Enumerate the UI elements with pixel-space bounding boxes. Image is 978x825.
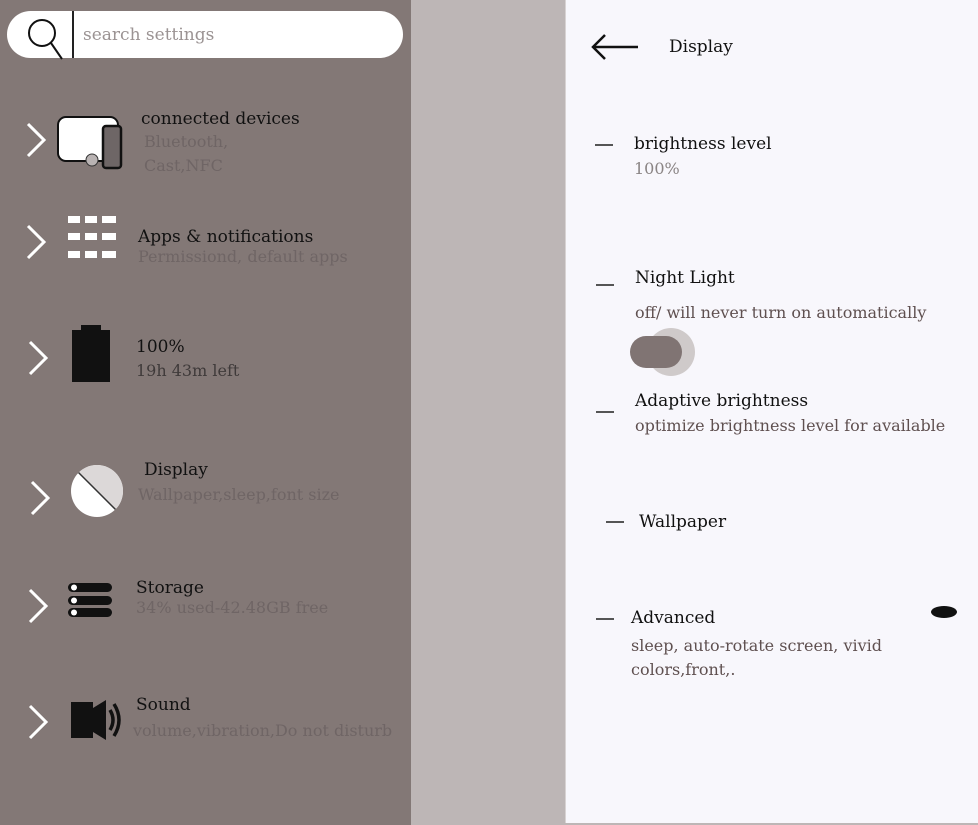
sidebar-item-connected-devices[interactable]: connected devices Bluetooth, Cast,NFC (0, 100, 411, 180)
settings-sidebar: connected devices Bluetooth, Cast,NFC Ap… (0, 0, 411, 825)
sidebar-item-subtitle: 34% used-42.48GB free (136, 598, 329, 617)
page-title: Display (669, 37, 733, 57)
sidebar-item-subtitle: Wallpaper,sleep,font size (138, 485, 340, 504)
sidebar-item-title: Apps & notifications (138, 227, 314, 247)
sound-icon (71, 700, 121, 740)
sidebar-item-display[interactable]: Display Wallpaper,sleep,font size (0, 450, 411, 530)
setting-title: brightness level (634, 134, 772, 154)
night-light-toggle[interactable] (628, 326, 704, 378)
search-icon[interactable] (23, 16, 71, 64)
setting-subtitle: colors,front,. (631, 660, 736, 679)
sidebar-item-title: Storage (136, 578, 204, 598)
search-divider (72, 11, 74, 58)
setting-subtitle: optimize brightness level for available (635, 416, 946, 435)
sidebar-item-battery[interactable]: 100% 19h 43m left (0, 318, 411, 398)
setting-title: Advanced (631, 608, 716, 628)
sidebar-item-storage[interactable]: Storage 34% used-42.48GB free (0, 570, 411, 650)
sidebar-item-title: Display (144, 460, 208, 480)
setting-subtitle: sleep, auto-rotate screen, vivid (631, 636, 883, 655)
sidebar-item-title: Sound (136, 695, 191, 715)
display-settings-panel: Display brightness level 100% Night Ligh… (565, 0, 978, 823)
search-bar[interactable] (7, 11, 403, 60)
sidebar-item-subtitle: volume,vibration,Do not disturb (133, 721, 393, 740)
sidebar-item-title: connected devices (141, 109, 300, 129)
dash-icon (606, 521, 624, 523)
battery-icon (72, 325, 110, 382)
search-input[interactable] (81, 17, 385, 53)
chevron-right-icon (28, 704, 49, 740)
storage-icon (68, 583, 112, 617)
back-arrow-icon[interactable] (590, 30, 642, 64)
expand-indicator-icon[interactable] (931, 606, 957, 618)
sidebar-item-subtitle: Cast,NFC (144, 156, 223, 175)
chevron-right-icon (30, 480, 51, 516)
dash-icon (596, 411, 614, 413)
sidebar-item-apps-notifications[interactable]: Apps & notifications Permissiond, defaul… (0, 200, 411, 280)
display-icon (71, 464, 124, 517)
toggle-track (630, 336, 682, 368)
dash-icon (595, 144, 613, 146)
sidebar-item-subtitle: 19h 43m left (136, 361, 240, 380)
sidebar-item-sound[interactable]: Sound volume,vibration,Do not disturb (0, 690, 411, 770)
setting-subtitle: 100% (634, 159, 680, 178)
content-gap (411, 0, 565, 825)
chevron-right-icon (26, 122, 47, 158)
sidebar-item-title: 100% (136, 337, 185, 357)
apps-grid-icon (68, 216, 116, 258)
dash-icon (596, 618, 614, 620)
dash-icon (596, 284, 614, 286)
setting-title: Wallpaper (639, 512, 727, 532)
devices-icon (57, 116, 123, 170)
sidebar-item-subtitle: Bluetooth, (144, 132, 229, 151)
chevron-right-icon (28, 588, 49, 624)
setting-title: Adaptive brightness (635, 391, 809, 411)
chevron-right-icon (28, 340, 49, 376)
setting-subtitle: off/ will never turn on automatically (635, 303, 927, 322)
setting-title: Night Light (635, 268, 735, 288)
chevron-right-icon (26, 224, 47, 260)
sidebar-item-subtitle: Permissiond, default apps (138, 247, 348, 266)
